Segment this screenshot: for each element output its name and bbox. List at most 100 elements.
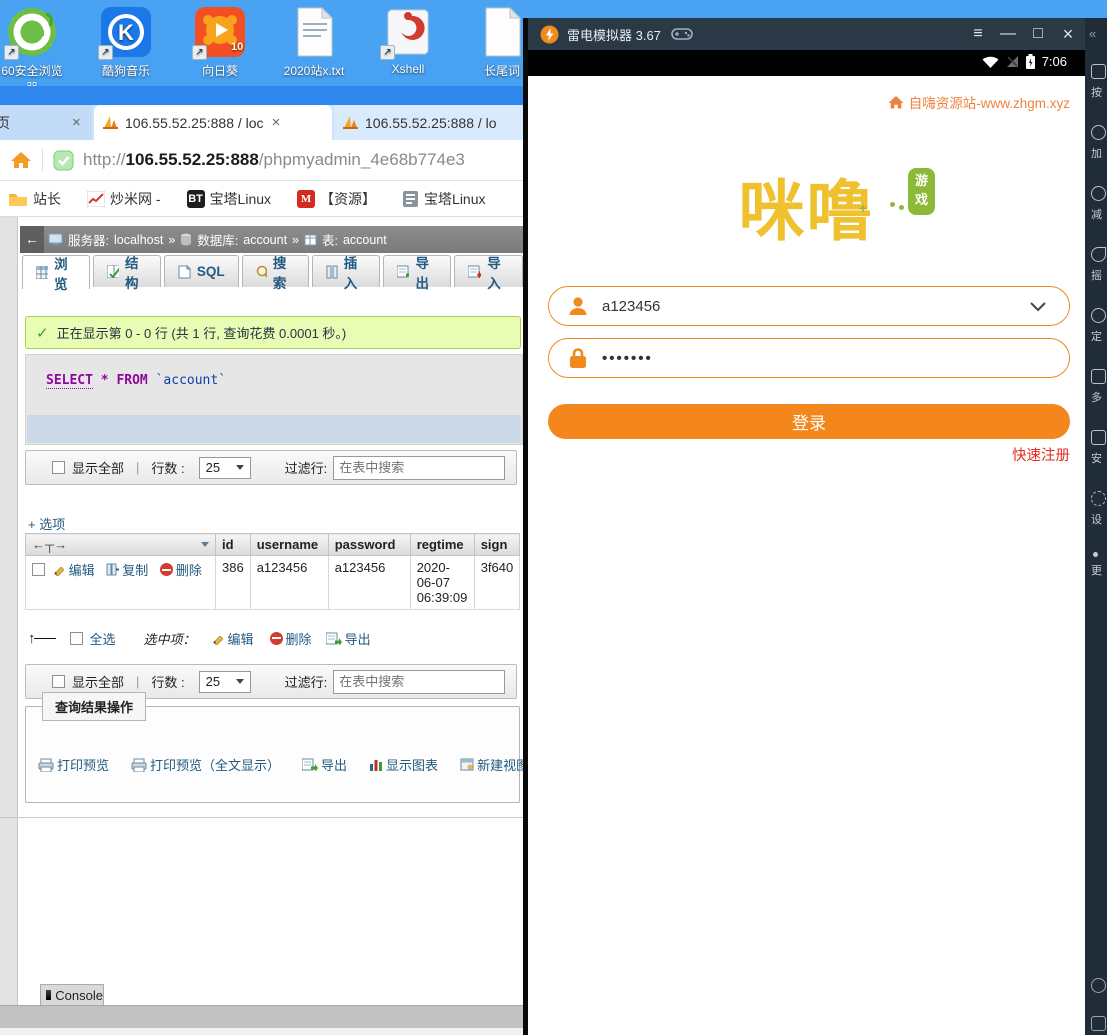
browser-tab-2-active[interactable]: 106.55.52.25:888 / loc × — [94, 105, 332, 140]
sidebar-collapse-icon[interactable]: « — [1089, 26, 1096, 41]
sql-query-text[interactable]: SELECT * FROM `account` — [46, 373, 226, 388]
sidebar-item-more[interactable]: 更 — [1091, 552, 1107, 578]
options-toggle-link[interactable]: + 选项 — [28, 514, 65, 533]
rows-select[interactable]: 25 — [199, 457, 251, 479]
tab-structure[interactable]: 结构 — [93, 255, 161, 287]
selected-export-link[interactable]: 导出 — [326, 629, 371, 648]
window-minimize-button[interactable]: — — [993, 25, 1023, 43]
bookmark-bt-linux[interactable]: BT 宝塔Linux — [187, 189, 271, 209]
row-edit-link[interactable]: 编辑 — [53, 560, 95, 579]
sidebar-item-keymap[interactable]: 按 — [1091, 64, 1107, 100]
row-checkbox[interactable] — [32, 563, 45, 576]
app-logo-text: 咪噜 — [739, 174, 875, 248]
browser-tab-strip: 页 × 106.55.52.25:888 / loc × 106.55.52.2… — [0, 105, 523, 140]
print-preview-full-link[interactable]: 打印预览（全文显示） — [131, 755, 280, 774]
sidebar-item-partial-1[interactable] — [1091, 978, 1107, 993]
display-chart-link[interactable]: 显示图表 — [369, 755, 438, 774]
sidebar-item-settings[interactable]: 设 — [1091, 491, 1107, 527]
sidebar-item-install-apk[interactable]: 安 — [1091, 430, 1107, 466]
export-link[interactable]: 导出 — [302, 755, 347, 774]
desktop-icons-row: ↗ 60安全浏览 器 K ↗ 酷狗音乐 10 ↗ 向日葵 2020站x.txt … — [0, 6, 546, 96]
sql-box-footer — [27, 415, 521, 443]
select-all-link[interactable]: 全选 — [90, 629, 116, 648]
rows-select[interactable]: 25 — [199, 671, 251, 693]
create-view-link[interactable]: 新建视图 — [460, 755, 529, 774]
filter-rows-input[interactable] — [333, 670, 505, 694]
close-icon[interactable]: × — [272, 114, 281, 131]
print-preview-link[interactable]: 打印预览 — [38, 755, 109, 774]
collapse-nav-button[interactable]: ← — [20, 226, 44, 253]
query-results-operations: 查询结果操作 打印预览 打印预览（全文显示） 导出 显示图表 新建视图 — [25, 706, 520, 803]
with-selected-label: 选中项： — [144, 629, 196, 648]
bookmark-baota-linux[interactable]: 宝塔Linux — [402, 189, 485, 209]
show-all-checkbox[interactable] — [52, 461, 65, 474]
emulator-sidebar[interactable]: « 按 加 减 摇 定 多 安 设 更 — [1085, 18, 1107, 1035]
bookmark-zhanzhang[interactable]: 站长 — [8, 189, 61, 209]
breadcrumb-table-link[interactable]: account — [343, 233, 387, 247]
table-icon — [304, 234, 317, 246]
browser-tab-3[interactable]: 106.55.52.25:888 / lo — [334, 105, 523, 140]
sidebar-item-partial-2[interactable] — [1091, 1016, 1107, 1031]
console-toggle[interactable]: Console — [40, 984, 104, 1005]
sidebar-item-multi-instance[interactable]: 多 — [1091, 369, 1107, 405]
shield-safe-icon[interactable] — [53, 150, 74, 171]
selected-delete-link[interactable]: 删除 — [270, 629, 312, 648]
show-all-checkbox[interactable] — [52, 675, 65, 688]
svg-text:10: 10 — [231, 41, 243, 53]
column-header-password[interactable]: password — [328, 534, 410, 556]
svg-text:K: K — [118, 20, 134, 45]
browser-tab-1[interactable]: 页 × — [0, 105, 92, 140]
chevron-down-icon[interactable] — [1029, 301, 1047, 312]
sidebar-item-shake[interactable]: 摇 — [1091, 247, 1107, 283]
home-icon[interactable] — [10, 150, 32, 170]
sidebar-item-location[interactable]: 定 — [1091, 308, 1107, 344]
desktop-icon-360browser[interactable]: ↗ 60安全浏览 器 — [0, 6, 76, 96]
bookmark-chaomi[interactable]: 炒米网 - — [87, 189, 161, 209]
bookmarks-bar: 站长 炒米网 - BT 宝塔Linux M 【资源】 宝塔Linux — [0, 181, 523, 217]
breadcrumb-db-link[interactable]: account — [243, 233, 287, 247]
desktop-icon-xshell[interactable]: ↗ Xshell — [364, 6, 452, 96]
username-field[interactable]: a123456 — [548, 286, 1070, 326]
tab-import[interactable]: 导入 — [454, 255, 523, 287]
emulator-title-bar[interactable]: 雷电模拟器 3.67 ≡ — □ × — [528, 18, 1107, 50]
cell-username: a123456 — [250, 556, 328, 610]
doc-lines-icon — [402, 191, 419, 207]
pma-nav-strip[interactable] — [0, 217, 18, 1007]
tab-browse[interactable]: 浏览 — [22, 255, 90, 289]
sort-desc-icon[interactable] — [201, 542, 209, 547]
tab-export[interactable]: 导出 — [383, 255, 452, 287]
column-header-sign[interactable]: sign — [474, 534, 520, 556]
login-button[interactable]: 登录 — [548, 404, 1070, 439]
filter-rows-input[interactable] — [333, 456, 505, 480]
desktop-icon-sunflower[interactable]: 10 ↗ 向日葵 — [176, 6, 264, 96]
window-close-button[interactable]: × — [1053, 24, 1083, 45]
tab-sql[interactable]: SQL — [164, 255, 239, 287]
breadcrumb-server-link[interactable]: localhost — [114, 233, 163, 247]
delete-icon — [160, 563, 173, 576]
action-column-header[interactable]: ←┬→ — [26, 534, 216, 556]
select-all-checkbox[interactable] — [70, 632, 83, 645]
xshell-icon: ↗ — [382, 6, 434, 58]
bookmark-ziyuan[interactable]: M 【资源】 — [297, 189, 376, 209]
printer-icon — [38, 758, 54, 772]
site-link[interactable]: 自嗨资源站-www.zhgm.xyz — [888, 92, 1070, 112]
sidebar-item-volume-down[interactable]: 减 — [1091, 186, 1107, 222]
column-header-id[interactable]: id — [216, 534, 251, 556]
quick-register-link[interactable]: 快速注册 — [1012, 444, 1070, 465]
row-copy-link[interactable]: 复制 — [106, 560, 148, 579]
tab-insert[interactable]: 插入 — [312, 255, 380, 287]
desktop-icon-txt-2020[interactable]: 2020站x.txt — [270, 6, 358, 96]
ldplayer-logo-icon — [540, 25, 559, 44]
column-header-username[interactable]: username — [250, 534, 328, 556]
window-menu-button[interactable]: ≡ — [963, 25, 993, 43]
selected-edit-link[interactable]: 编辑 — [212, 629, 254, 648]
url-text[interactable]: http://106.55.52.25:888/phpmyadmin_4e68b… — [83, 150, 465, 170]
password-field[interactable]: ••••••• — [548, 338, 1070, 378]
close-icon[interactable]: × — [72, 114, 81, 131]
desktop-icon-kugou[interactable]: K ↗ 酷狗音乐 — [82, 6, 170, 96]
row-delete-link[interactable]: 删除 — [160, 560, 202, 579]
window-maximize-button[interactable]: □ — [1023, 25, 1053, 43]
sidebar-item-volume-up[interactable]: 加 — [1091, 125, 1107, 161]
tab-search[interactable]: 搜索 — [242, 255, 309, 287]
column-header-regtime[interactable]: regtime — [410, 534, 474, 556]
